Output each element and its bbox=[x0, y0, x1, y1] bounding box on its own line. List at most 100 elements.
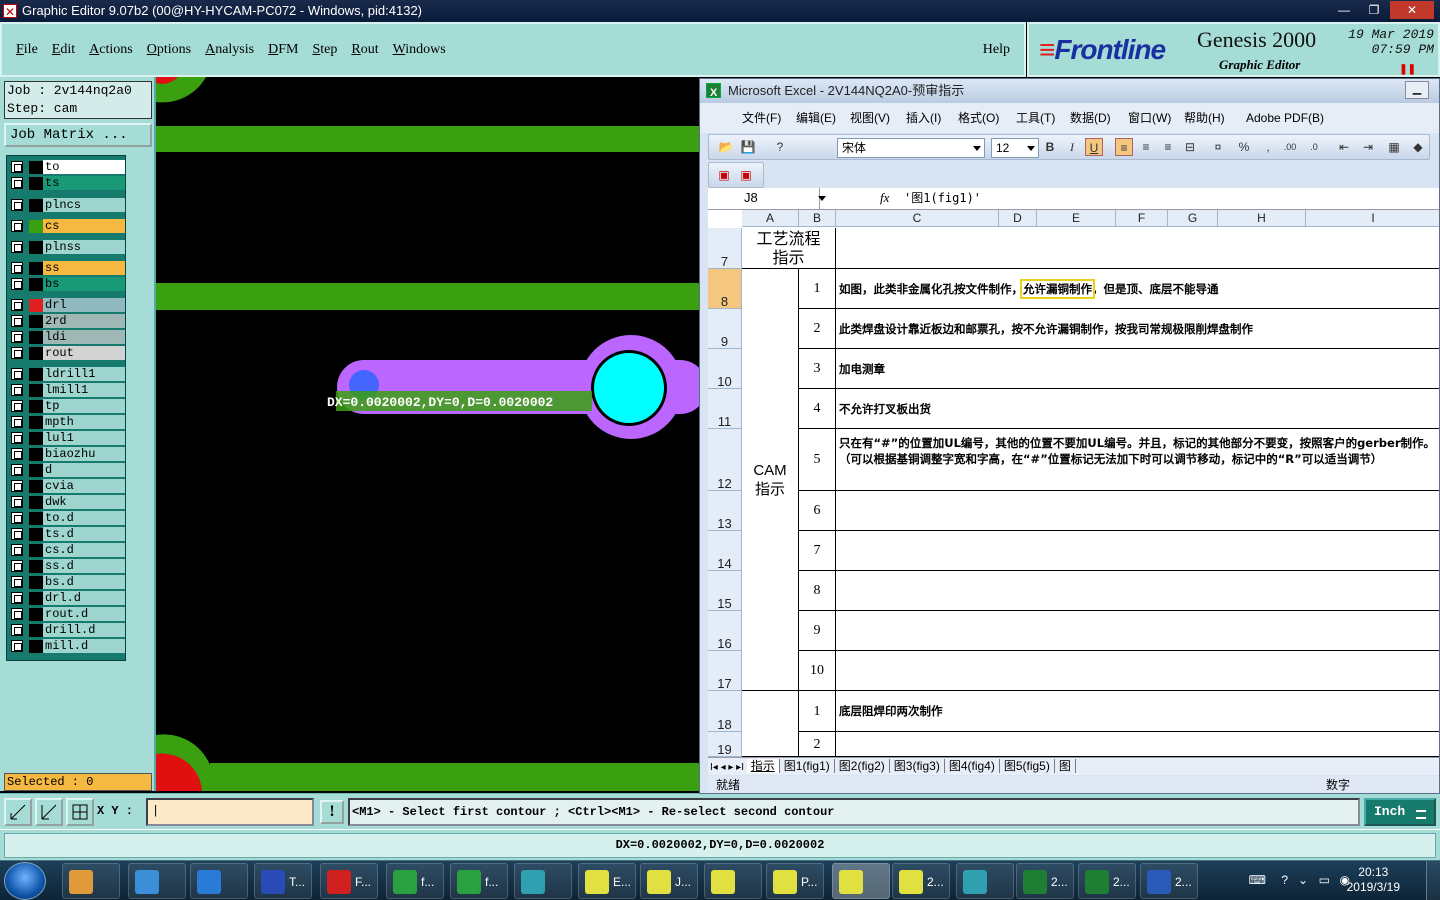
header-span-cell[interactable] bbox=[836, 228, 1439, 269]
item-number-cell[interactable]: 1 bbox=[799, 269, 836, 309]
row-header[interactable]: 15 bbox=[708, 571, 742, 611]
sheet-tab[interactable]: 图3(fig3) bbox=[889, 759, 945, 773]
taskbar-button[interactable]: E... bbox=[578, 863, 636, 899]
clock[interactable]: 20:13 2019/3/19 bbox=[1347, 865, 1400, 895]
borders-button[interactable]: ▦ bbox=[1385, 138, 1403, 156]
taskbar-button[interactable]: f... bbox=[386, 863, 444, 899]
keyboard-icon[interactable]: ⌨ bbox=[1249, 873, 1266, 887]
pdf-icon[interactable]: ▣ bbox=[715, 166, 733, 184]
close-button[interactable]: ✕ bbox=[1390, 1, 1434, 19]
increase-indent-button[interactable]: ⇥ bbox=[1359, 138, 1377, 156]
row-header[interactable]: 13 bbox=[708, 491, 742, 531]
active-cell-highlight[interactable]: 允许漏铜制作 bbox=[1020, 279, 1095, 299]
taskbar-button[interactable] bbox=[832, 863, 890, 899]
layer-checkbox[interactable] bbox=[11, 432, 23, 444]
restore-button[interactable]: ❐ bbox=[1360, 1, 1388, 19]
sheet-tab[interactable]: 图2(fig2) bbox=[834, 759, 890, 773]
item-number-cell[interactable]: 5 bbox=[799, 429, 836, 491]
job-matrix-button[interactable]: Job Matrix ... bbox=[4, 123, 152, 147]
font-name-select[interactable]: 宋体 bbox=[837, 138, 985, 158]
taskbar-button[interactable]: 2... bbox=[1140, 863, 1198, 899]
help-icon[interactable]: ? bbox=[771, 138, 789, 156]
row-header[interactable]: 12 bbox=[708, 429, 742, 491]
layer-row[interactable]: plnss bbox=[9, 240, 125, 254]
layer-row[interactable]: cs.d bbox=[9, 543, 125, 557]
minimize-button[interactable]: — bbox=[1330, 1, 1358, 19]
item-number-cell[interactable]: 7 bbox=[799, 531, 836, 571]
menu-file[interactable]: File bbox=[16, 42, 38, 58]
layer-row[interactable]: rout bbox=[9, 346, 125, 360]
underline-button[interactable]: U bbox=[1085, 138, 1103, 156]
row-header[interactable]: 18 bbox=[708, 691, 742, 732]
menu-options[interactable]: Options bbox=[147, 42, 191, 58]
bold-button[interactable]: B bbox=[1041, 138, 1059, 156]
taskbar-button[interactable]: 2... bbox=[892, 863, 950, 899]
layer-checkbox[interactable] bbox=[11, 416, 23, 428]
row-header[interactable]: 7 bbox=[708, 228, 742, 269]
layer-checkbox[interactable] bbox=[11, 528, 23, 540]
fx-icon[interactable]: fx bbox=[880, 188, 889, 208]
decrease-indent-button[interactable]: ⇤ bbox=[1335, 138, 1353, 156]
layer-checkbox[interactable] bbox=[11, 592, 23, 604]
excel-menu-item[interactable]: 数据(D) bbox=[1070, 103, 1111, 133]
layer-row[interactable]: bs.d bbox=[9, 575, 125, 589]
column-header[interactable]: G bbox=[1168, 210, 1218, 227]
row-header[interactable]: 19 bbox=[708, 732, 742, 757]
sheet-tab[interactable]: 图5(fig5) bbox=[999, 759, 1055, 773]
comma-button[interactable]: , bbox=[1259, 138, 1277, 156]
show-desktop-button[interactable] bbox=[1426, 861, 1440, 900]
decrease-decimal-button[interactable]: .0 bbox=[1305, 138, 1323, 156]
taskbar-button[interactable] bbox=[956, 863, 1014, 899]
layer-checkbox[interactable] bbox=[11, 299, 23, 311]
layer-row[interactable]: mill.d bbox=[9, 639, 125, 653]
layer-row[interactable]: ldi bbox=[9, 330, 125, 344]
excel-menu-item[interactable]: 工具(T) bbox=[1016, 103, 1055, 133]
layer-checkbox[interactable] bbox=[11, 560, 23, 572]
taskbar-button[interactable]: 2... bbox=[1078, 863, 1136, 899]
excel-menu-item[interactable]: 文件(F) bbox=[742, 103, 781, 133]
layer-checkbox[interactable] bbox=[11, 480, 23, 492]
item-number-cell[interactable]: 2 bbox=[799, 309, 836, 349]
layer-checkbox[interactable] bbox=[11, 624, 23, 636]
layer-checkbox[interactable] bbox=[11, 608, 23, 620]
fill-color-button[interactable]: ◆ bbox=[1409, 138, 1427, 156]
item-number-cell[interactable]: 2 bbox=[799, 732, 836, 757]
menu-step[interactable]: Step bbox=[312, 42, 337, 58]
item-text-cell[interactable] bbox=[836, 571, 1439, 611]
layer-checkbox[interactable] bbox=[11, 368, 23, 380]
tray-arrow-icon[interactable]: ⌄ bbox=[1298, 873, 1308, 887]
alert-icon[interactable]: ! bbox=[320, 800, 344, 824]
open-icon[interactable]: 📂 bbox=[717, 138, 735, 156]
layer-row[interactable]: plncs bbox=[9, 198, 125, 212]
layer-checkbox[interactable] bbox=[11, 347, 23, 359]
layer-row[interactable]: biaozhu bbox=[9, 447, 125, 461]
layer-row[interactable]: lul1 bbox=[9, 431, 125, 445]
graphic-canvas[interactable]: DX=0.0020002,DY=0,D=0.0020002 bbox=[156, 77, 704, 791]
italic-button[interactable]: I bbox=[1063, 138, 1081, 156]
layer-row[interactable]: ts.d bbox=[9, 527, 125, 541]
layer-checkbox[interactable] bbox=[11, 496, 23, 508]
layer-row[interactable]: lmill1 bbox=[9, 383, 125, 397]
layer-row[interactable]: cs bbox=[9, 219, 125, 233]
layer-row[interactable]: drl bbox=[9, 298, 125, 312]
row-header[interactable]: 14 bbox=[708, 531, 742, 571]
measure-tool-button[interactable] bbox=[35, 798, 63, 826]
row-header[interactable]: 11 bbox=[708, 389, 742, 429]
column-header[interactable]: I bbox=[1306, 210, 1439, 227]
layer-row[interactable]: mpth bbox=[9, 415, 125, 429]
layer-row[interactable]: rout.d bbox=[9, 607, 125, 621]
layer-row[interactable]: ss bbox=[9, 261, 125, 275]
taskbar-button[interactable] bbox=[62, 863, 120, 899]
layer-row[interactable]: to bbox=[9, 160, 125, 174]
layer-checkbox[interactable] bbox=[11, 278, 23, 290]
menu-help[interactable]: Help bbox=[983, 42, 1010, 58]
row-header[interactable]: 9 bbox=[708, 309, 742, 349]
item-text-cell[interactable] bbox=[836, 651, 1439, 691]
item-number-cell[interactable]: 9 bbox=[799, 611, 836, 651]
layer-checkbox[interactable] bbox=[11, 512, 23, 524]
taskbar-button[interactable]: F... bbox=[320, 863, 378, 899]
excel-menu-item[interactable]: 编辑(E) bbox=[796, 103, 836, 133]
excel-menu-item[interactable]: 插入(I) bbox=[906, 103, 941, 133]
cam-group-cell[interactable]: CAM指示 bbox=[742, 269, 799, 691]
excel-menu-item[interactable]: Adobe PDF(B) bbox=[1246, 103, 1324, 133]
